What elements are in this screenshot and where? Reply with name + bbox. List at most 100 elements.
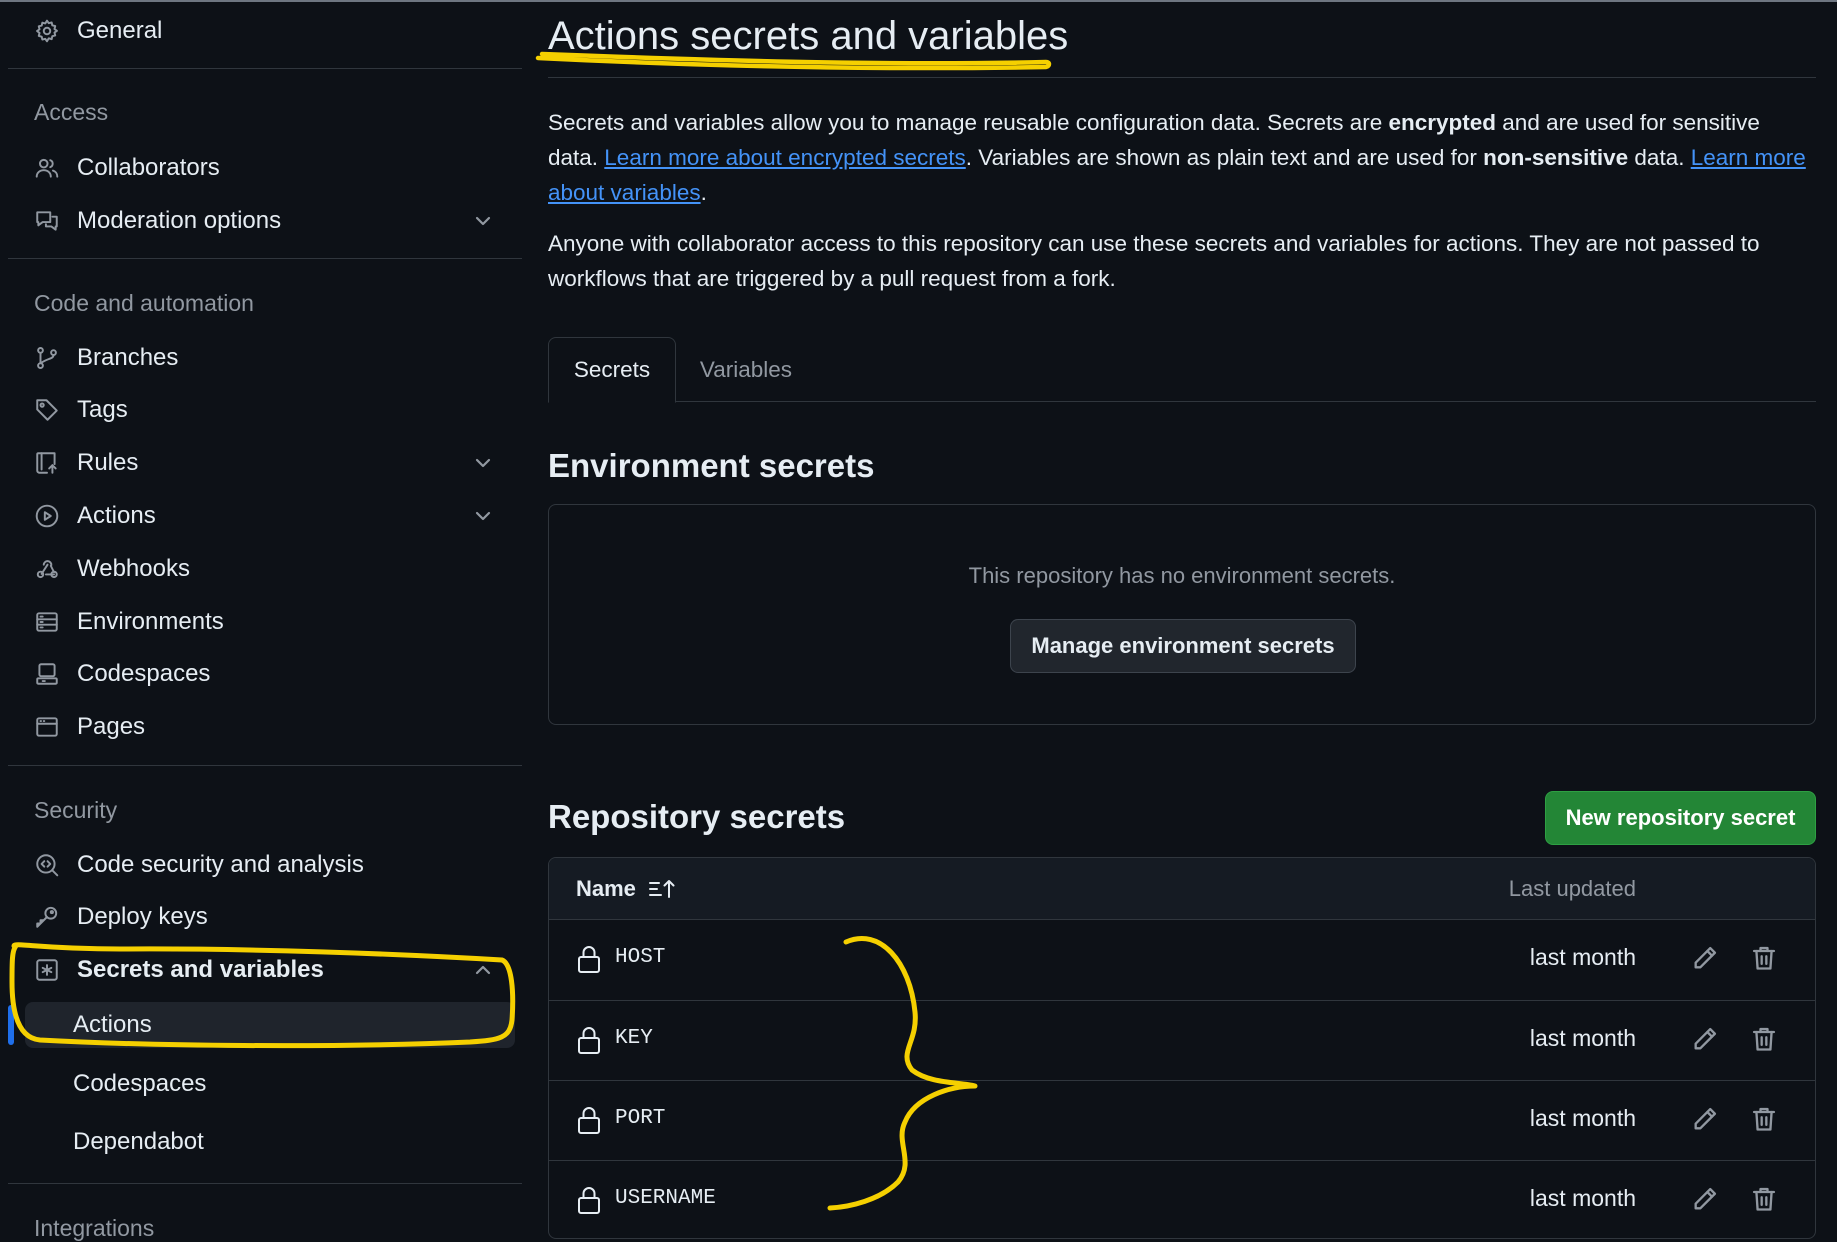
sidebar-item-label: Actions: [73, 1011, 152, 1038]
trash-icon[interactable]: [1750, 1105, 1780, 1135]
server-icon: [33, 608, 61, 636]
sidebar-item-label: Moderation options: [77, 207, 282, 234]
secret-name: USERNAME: [615, 1187, 716, 1210]
sidebar-item-label: Rules: [77, 449, 139, 476]
empty-state-text: This repository has no environment secre…: [968, 563, 1396, 588]
repo-push-icon: [33, 449, 61, 477]
table-row: KEY last month: [549, 1000, 1815, 1080]
column-header-label: Name: [576, 876, 636, 901]
sidebar-item-label: Branches: [77, 344, 179, 371]
learn-more-secrets-link[interactable]: Learn more about encrypted secrets: [604, 145, 965, 170]
pencil-icon[interactable]: [1691, 1105, 1721, 1135]
sidebar-item-label: Codespaces: [77, 660, 211, 687]
sidebar-item-label: Deploy keys: [77, 903, 208, 930]
sidebar-item-label: Code security and analysis: [77, 851, 364, 878]
pencil-icon[interactable]: [1691, 944, 1721, 974]
sidebar-subitem-dependabot[interactable]: Dependabot: [25, 1119, 515, 1165]
sidebar-divider: [8, 68, 522, 69]
sidebar-item-label: Pages: [77, 713, 146, 740]
environment-secrets-heading: Environment secrets: [548, 447, 875, 484]
tab-variables[interactable]: Variables: [676, 337, 816, 402]
new-repository-secret-button[interactable]: New repository secret: [1545, 791, 1816, 845]
sidebar-item-tags[interactable]: Tags: [25, 387, 515, 433]
sidebar-divider: [8, 765, 522, 766]
tag-icon: [33, 396, 61, 424]
last-updated: last month: [1529, 1105, 1636, 1131]
secret-name: HOST: [615, 946, 666, 969]
trash-icon[interactable]: [1750, 1025, 1780, 1055]
tab-secrets[interactable]: Secrets: [548, 337, 676, 403]
secret-name: KEY: [615, 1027, 653, 1050]
chevron-down-icon: [471, 209, 495, 233]
pencil-icon[interactable]: [1691, 1025, 1721, 1055]
sidebar-item-actions[interactable]: Actions: [25, 493, 515, 539]
active-indicator: [8, 1005, 14, 1045]
sidebar-item-secrets-variables[interactable]: Secrets and variables: [25, 947, 515, 993]
sidebar-item-label: Tags: [77, 396, 128, 423]
sidebar-item-webhooks[interactable]: Webhooks: [25, 546, 515, 592]
intro-text: data.: [1628, 145, 1691, 170]
trash-icon[interactable]: [1750, 1185, 1780, 1215]
sidebar-divider: [8, 1183, 522, 1184]
chevron-down-icon: [471, 504, 495, 528]
intro-text: .: [700, 180, 707, 205]
intro-paragraph: Secrets and variables allow you to manag…: [548, 105, 1816, 210]
sidebar-subitem-actions[interactable]: Actions: [25, 1002, 515, 1048]
branch-icon: [33, 344, 61, 372]
browser-icon: [33, 713, 61, 741]
sidebar-item-label: General: [77, 17, 163, 44]
pencil-icon[interactable]: [1691, 1185, 1721, 1215]
column-header-name[interactable]: Name: [576, 876, 676, 902]
column-header-updated: Last updated: [1508, 876, 1636, 901]
section-title-integrations: Integrations: [34, 1215, 155, 1241]
repository-secrets-table: Name Last updated HOST last month KEY la…: [548, 857, 1816, 1239]
sidebar-item-moderation[interactable]: Moderation options: [25, 198, 515, 244]
sidebar-item-label: Webhooks: [77, 555, 190, 582]
sidebar-item-pages[interactable]: Pages: [25, 704, 515, 750]
section-title-access: Access: [34, 99, 109, 125]
sort-ascending-icon[interactable]: [648, 878, 676, 900]
repository-secrets-heading: Repository secrets: [548, 798, 846, 835]
sidebar-item-label: Codespaces: [73, 1070, 207, 1097]
environment-secrets-box: This repository has no environment secre…: [548, 504, 1816, 725]
trash-icon[interactable]: [1750, 944, 1780, 974]
last-updated: last month: [1529, 1025, 1636, 1051]
section-title-code-automation: Code and automation: [34, 290, 254, 316]
sidebar-item-label: Secrets and variables: [77, 956, 324, 983]
access-note-paragraph: Anyone with collaborator access to this …: [548, 231, 1760, 291]
sidebar-item-label: Collaborators: [77, 154, 220, 181]
secret-name: PORT: [615, 1107, 666, 1130]
section-title-security: Security: [34, 797, 118, 823]
manage-environment-secrets-button[interactable]: Manage environment secrets: [1010, 619, 1356, 673]
sidebar-item-label: Environments: [77, 608, 224, 635]
sidebar-item-codespaces[interactable]: Codespaces: [25, 651, 515, 697]
sidebar-item-environments[interactable]: Environments: [25, 599, 515, 645]
lock-icon: [576, 944, 602, 974]
sidebar-item-branches[interactable]: Branches: [25, 335, 515, 381]
chevron-up-icon: [471, 958, 495, 982]
sidebar-item-rules[interactable]: Rules: [25, 440, 515, 486]
comment-discussion-icon: [33, 207, 61, 235]
table-row: PORT last month: [549, 1080, 1815, 1160]
title-divider: [548, 77, 1816, 78]
intro-text: Secrets and variables allow you to manag…: [548, 110, 1389, 135]
table-row: HOST last month: [549, 920, 1815, 1000]
intro-text: . Variables are shown as plain text and …: [965, 145, 1484, 170]
lock-icon: [576, 1025, 602, 1055]
page-title: Actions secrets and variables: [548, 14, 1069, 58]
people-icon: [33, 154, 61, 182]
key-icon: [33, 903, 61, 931]
codescan-icon: [33, 851, 61, 879]
table-header: Name Last updated: [549, 858, 1815, 920]
sidebar-item-general[interactable]: General: [25, 8, 515, 54]
asterisk-icon: [33, 956, 61, 984]
sidebar-item-collaborators[interactable]: Collaborators: [25, 145, 515, 191]
intro-emphasis: encrypted: [1388, 110, 1497, 135]
sidebar-item-code-security[interactable]: Code security and analysis: [25, 842, 515, 888]
sidebar-subitem-codespaces[interactable]: Codespaces: [25, 1061, 515, 1107]
sidebar-item-deploy-keys[interactable]: Deploy keys: [25, 894, 515, 940]
last-updated: last month: [1529, 1185, 1636, 1211]
intro-emphasis: non-sensitive: [1483, 145, 1629, 170]
table-row: USERNAME last month: [549, 1160, 1815, 1238]
tab-bar: Secrets Variables: [548, 337, 1816, 403]
